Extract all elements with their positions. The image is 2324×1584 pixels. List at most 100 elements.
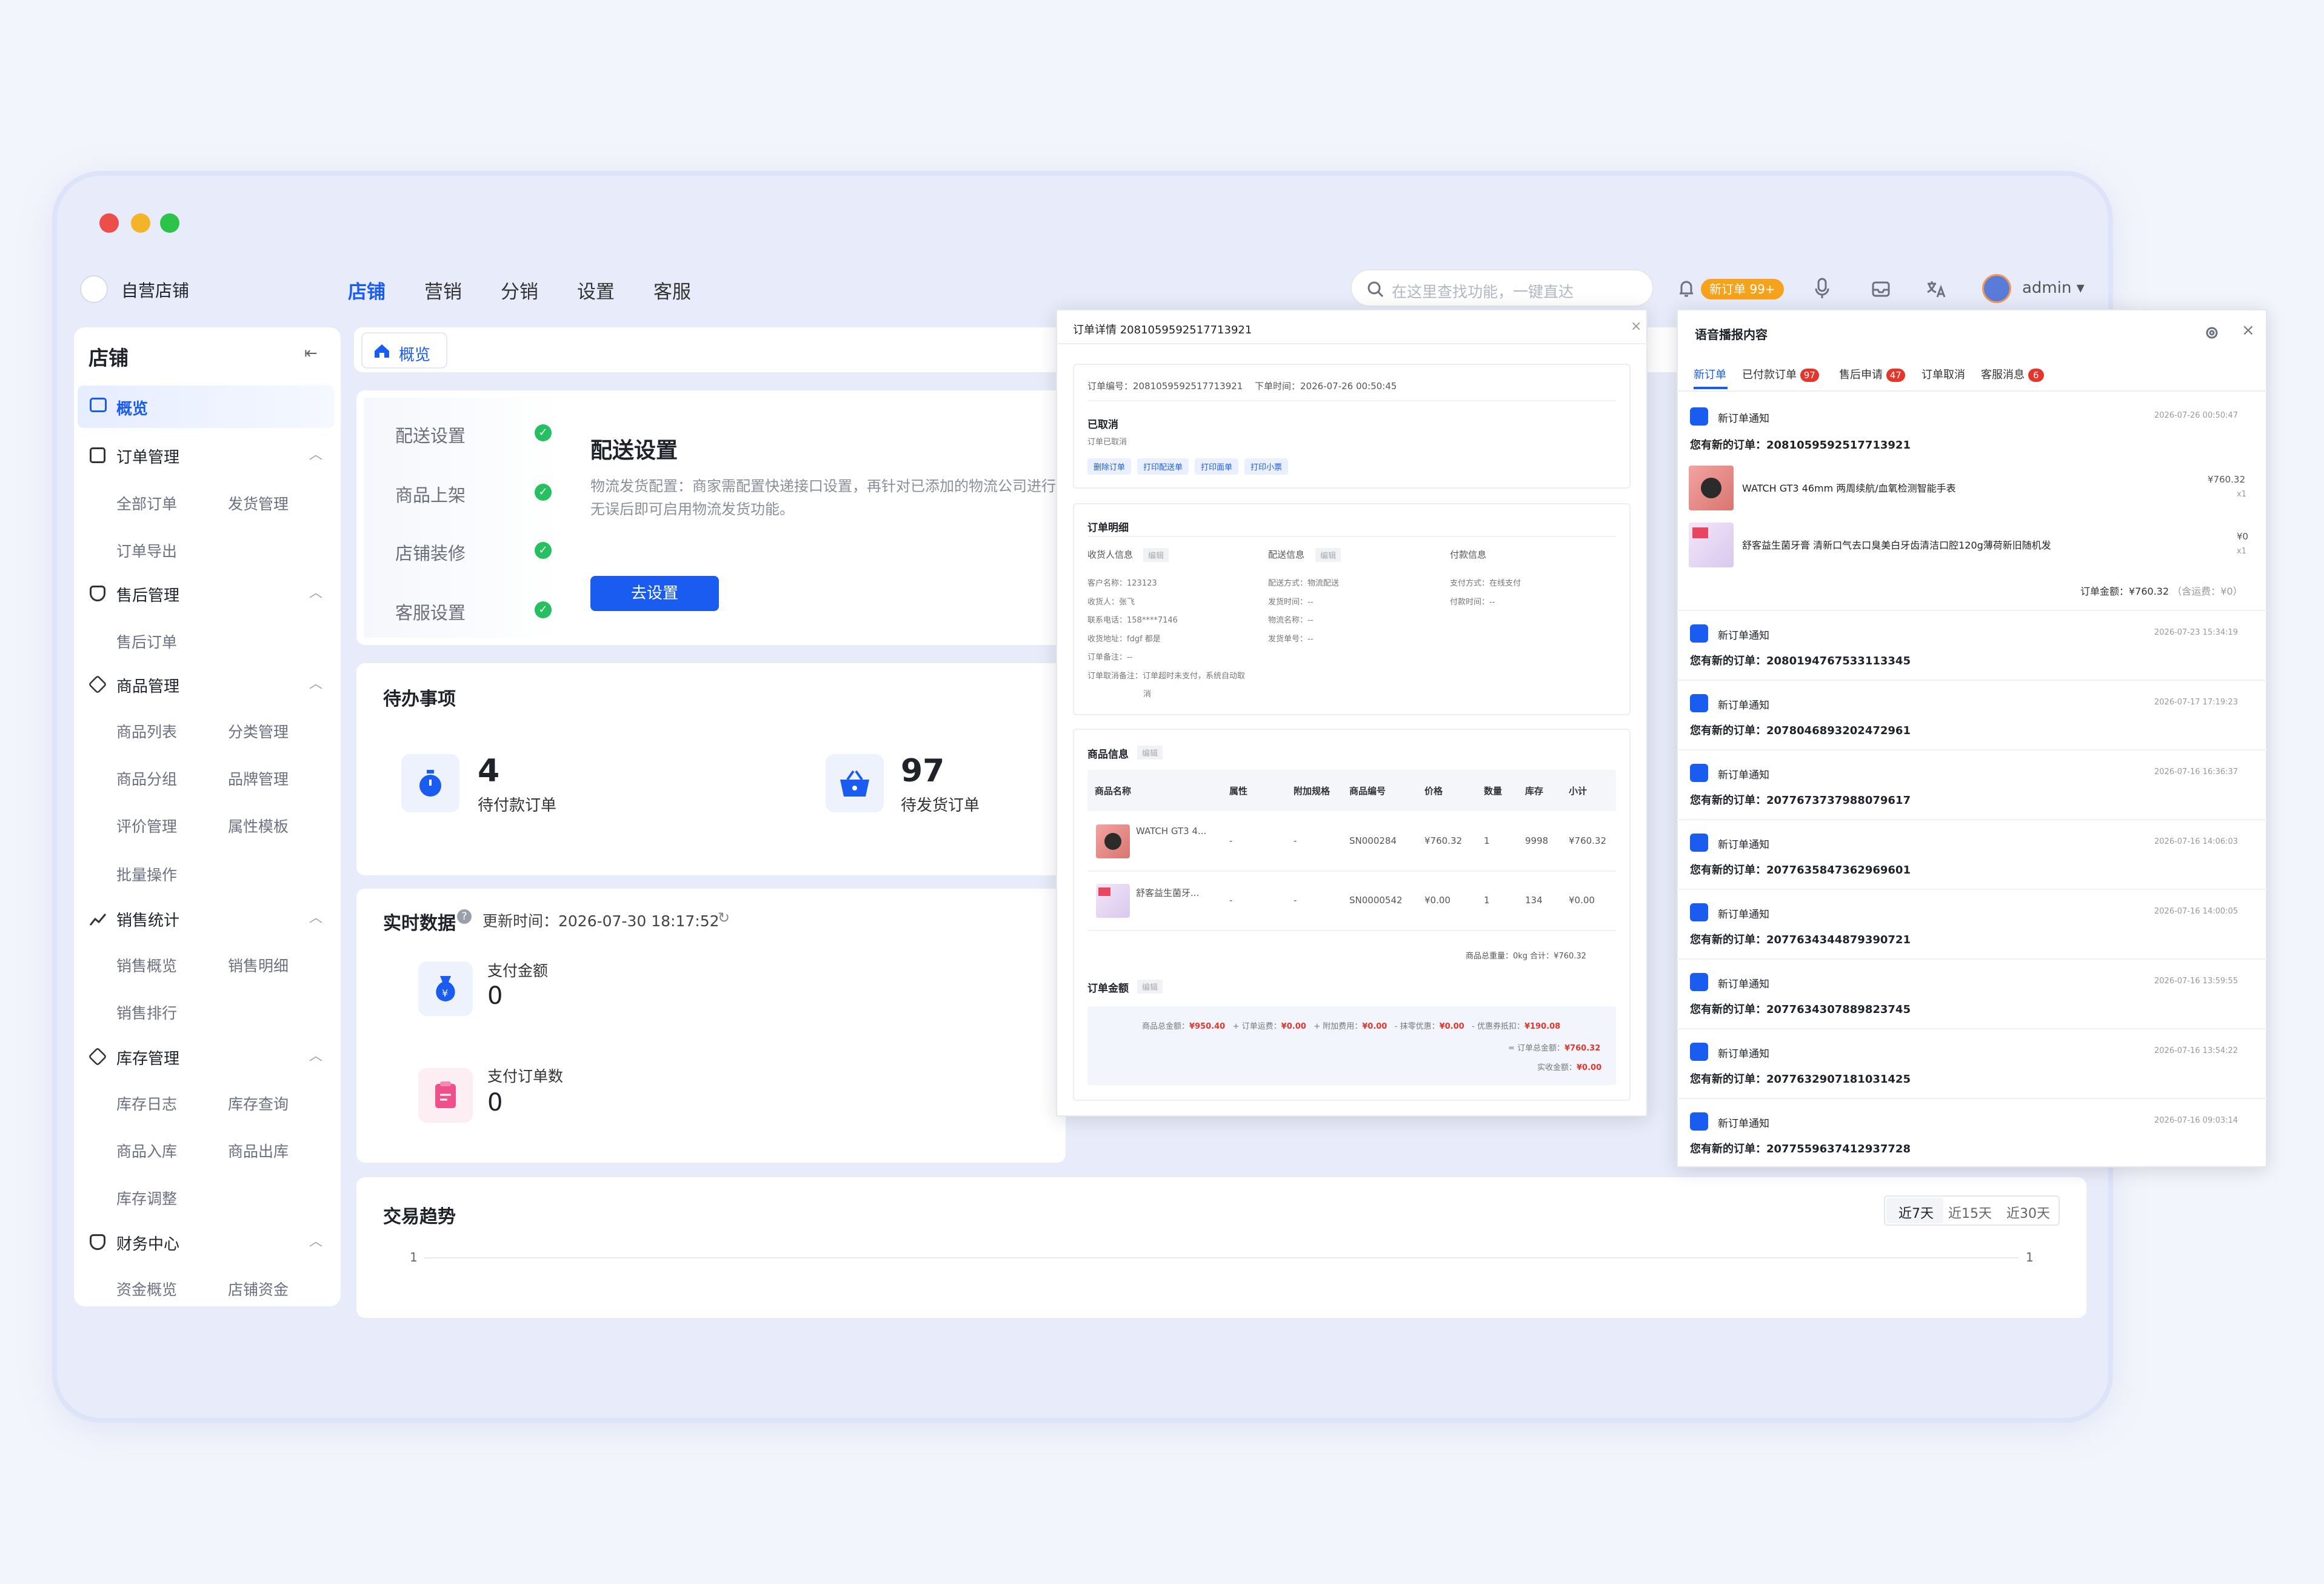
list-item[interactable]: 新订单通知 2026-07-16 09:03:14 您有新的订单：2077559… bbox=[1677, 1099, 2267, 1169]
notification-message[interactable]: 您有新的订单：20810595925177139­21 bbox=[1690, 436, 1911, 452]
sidebar-group-inventory[interactable]: 库存管理 bbox=[116, 1046, 179, 1069]
step-decoration[interactable]: 店铺装修 bbox=[395, 540, 466, 565]
bell-icon[interactable] bbox=[1677, 278, 1696, 299]
step-delivery[interactable]: 配送设置 bbox=[395, 422, 466, 447]
list-item[interactable]: 新订单通知 2026-07-17 17:19:23 您有新的订单：2078046… bbox=[1677, 681, 2267, 750]
nav-settings[interactable]: 设置 bbox=[577, 276, 615, 304]
pending-ship-count[interactable]: 97 bbox=[901, 753, 944, 789]
nav-store[interactable]: 店铺 bbox=[348, 276, 386, 304]
sidebar-item-batch[interactable]: 批量操作 bbox=[116, 863, 177, 885]
edit-goods-button[interactable]: 编辑 bbox=[1137, 746, 1163, 760]
print-delivery-button[interactable]: 打印配送单 bbox=[1137, 458, 1189, 475]
sidebar-item-sales-detail[interactable]: 销售明细 bbox=[228, 954, 289, 976]
sidebar-item-aftersale-orders[interactable]: 售后订单 bbox=[116, 630, 177, 652]
chevron-up-icon[interactable]: ︿ bbox=[309, 1045, 322, 1064]
list-item[interactable]: 新订单通知 2026-07-16 16:36:37 您有新的订单：2077673… bbox=[1677, 750, 2267, 820]
sidebar-item-stock-out[interactable]: 商品出库 bbox=[228, 1140, 289, 1161]
sidebar-item-sales-rank[interactable]: 销售排行 bbox=[116, 1001, 177, 1023]
tab-overview-label: 概览 bbox=[399, 346, 431, 364]
sidebar-item-shipping[interactable]: 发货管理 bbox=[228, 492, 289, 514]
inbox-icon[interactable] bbox=[1871, 279, 1891, 299]
sidebar-group-goods[interactable]: 商品管理 bbox=[116, 674, 179, 697]
refresh-icon[interactable]: ↻ bbox=[718, 909, 730, 926]
nav-marketing[interactable]: 营销 bbox=[424, 276, 462, 304]
notification-time: 2026-07-16 16:36:37 bbox=[2154, 767, 2239, 777]
sidebar-group-aftersale[interactable]: 售后管理 bbox=[116, 583, 179, 606]
sidebar-item-order-export[interactable]: 订单导出 bbox=[116, 540, 177, 561]
sidebar-group-orders[interactable]: 订单管理 bbox=[116, 445, 179, 467]
print-waybill-button[interactable]: 打印面单 bbox=[1195, 458, 1239, 475]
go-setup-button[interactable]: 去设置 bbox=[590, 576, 719, 611]
sidebar-item-store-fund[interactable]: 店铺资金 bbox=[228, 1278, 289, 1300]
new-order-badge[interactable]: 新订单 99+ bbox=[1701, 279, 1784, 299]
voice-tab-new[interactable]: 新订单 bbox=[1694, 366, 1726, 382]
notification-icon bbox=[1690, 973, 1708, 991]
microphone-icon[interactable] bbox=[1812, 276, 1834, 301]
sidebar-item-brand[interactable]: 品牌管理 bbox=[228, 767, 289, 789]
sidebar-item-stock-adjust[interactable]: 库存调整 bbox=[116, 1187, 177, 1209]
range-30d[interactable]: 近30天 bbox=[2006, 1203, 2050, 1222]
list-item[interactable]: 新订单通知 2026-07-16 13:54:22 您有新的订单：2077632… bbox=[1677, 1029, 2267, 1099]
chevron-up-icon[interactable]: ︿ bbox=[309, 1231, 322, 1250]
voice-tab-cancel[interactable]: 订单取消 bbox=[1922, 366, 1965, 382]
close-icon[interactable]: × bbox=[1631, 319, 1641, 334]
sidebar-item-goods-group[interactable]: 商品分组 bbox=[116, 767, 177, 789]
delete-order-button[interactable]: 删除订单 bbox=[1087, 458, 1132, 475]
col-qty: 数量 bbox=[1484, 786, 1503, 797]
collapse-sidebar-icon[interactable]: ⇤ bbox=[304, 344, 318, 363]
range-7d[interactable]: 近7天 bbox=[1898, 1203, 1934, 1222]
close-icon[interactable]: × bbox=[2242, 321, 2255, 339]
voice-tab-service[interactable]: 客服消息 6 bbox=[1981, 366, 2044, 382]
edit-shipping-button[interactable]: 编辑 bbox=[1315, 548, 1341, 562]
nav-service[interactable]: 客服 bbox=[653, 276, 691, 304]
list-item[interactable]: 新订单通知 2026-07-16 13:59:55 您有新的订单：2077634… bbox=[1677, 960, 2267, 1029]
voice-tab-paid[interactable]: 已付款订单 97 bbox=[1742, 366, 1819, 382]
sidebar-item-category[interactable]: 分类管理 bbox=[228, 720, 289, 742]
help-icon[interactable]: ? bbox=[457, 909, 472, 924]
edit-receiver-button[interactable]: 编辑 bbox=[1143, 548, 1169, 562]
chevron-up-icon[interactable]: ︿ bbox=[309, 907, 322, 926]
list-item[interactable]: 新订单通知 2026-07-16 14:00:05 您有新的订单：2077634… bbox=[1677, 890, 2267, 960]
chevron-up-icon[interactable]: ︿ bbox=[309, 582, 322, 601]
cancel-remark-cont: 消 bbox=[1143, 690, 1152, 699]
list-item[interactable]: 新订单通知 2026-07-23 15:34:19 您有新的订单：2080194… bbox=[1677, 611, 2267, 681]
sidebar-group-sales[interactable]: 销售统计 bbox=[116, 908, 179, 931]
goods-name[interactable]: WATCH GT3 4... bbox=[1136, 826, 1206, 837]
step-service[interactable]: 客服设置 bbox=[395, 599, 466, 624]
sidebar-item-sales-overview[interactable]: 销售概览 bbox=[116, 954, 177, 976]
trend-card bbox=[356, 1177, 2086, 1318]
voice-tab-aftersale[interactable]: 售后申请 47 bbox=[1839, 366, 1905, 382]
sidebar-group-finance[interactable]: 财务中心 bbox=[116, 1232, 179, 1254]
chart-icon bbox=[89, 914, 107, 926]
sidebar-item-stock-query[interactable]: 库存查询 bbox=[228, 1092, 289, 1114]
pending-pay-count[interactable]: 4 bbox=[478, 753, 499, 789]
sidebar-item-review[interactable]: 评价管理 bbox=[116, 815, 177, 837]
translate-icon[interactable] bbox=[1925, 279, 1947, 299]
minimize-window-dot[interactable] bbox=[131, 213, 150, 233]
search-input[interactable]: 在这里查找功能，一键直达 bbox=[1351, 269, 1654, 307]
chevron-up-icon[interactable]: ︿ bbox=[309, 673, 322, 692]
sidebar-item-stock-in[interactable]: 商品入库 bbox=[116, 1140, 177, 1161]
list-item[interactable]: 新订单通知 2026-07-16 14:06:03 您有新的订单：2077635… bbox=[1677, 820, 2267, 890]
settings-icon[interactable] bbox=[2204, 325, 2220, 341]
sidebar-item-all-orders[interactable]: 全部订单 bbox=[116, 492, 177, 514]
search-icon bbox=[1367, 281, 1384, 298]
sidebar-item-fund-overview[interactable]: 资金概览 bbox=[116, 1278, 177, 1300]
edit-amount-button[interactable]: 编辑 bbox=[1137, 980, 1163, 994]
sidebar-item-attr-template[interactable]: 属性模板 bbox=[228, 815, 289, 837]
maximize-window-dot[interactable] bbox=[160, 213, 179, 233]
sidebar-item-goods-list[interactable]: 商品列表 bbox=[116, 720, 177, 742]
chevron-up-icon[interactable]: ︿ bbox=[309, 444, 322, 463]
logistics-name: 物流名称：-- bbox=[1268, 616, 1314, 625]
close-window-dot[interactable] bbox=[99, 213, 119, 233]
sidebar-item-stock-log[interactable]: 库存日志 bbox=[116, 1092, 177, 1114]
step-goods[interactable]: 商品上架 bbox=[395, 481, 466, 507]
tab-overview[interactable]: 概览 bbox=[361, 332, 447, 369]
avatar[interactable] bbox=[1982, 274, 2011, 303]
goods-subtotal: ¥760.32 bbox=[1569, 835, 1607, 846]
range-15d[interactable]: 近15天 bbox=[1948, 1203, 1992, 1222]
user-menu[interactable]: admin ▾ bbox=[2022, 279, 2085, 297]
print-receipt-button[interactable]: 打印小票 bbox=[1244, 458, 1289, 475]
goods-name[interactable]: 舒客益生菌牙... bbox=[1136, 886, 1199, 899]
nav-distribution[interactable]: 分销 bbox=[501, 276, 538, 304]
